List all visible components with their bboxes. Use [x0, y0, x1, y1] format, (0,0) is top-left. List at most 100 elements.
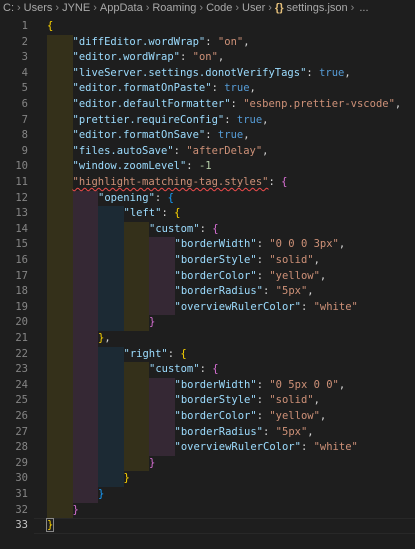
indent-guide-band [123, 362, 149, 472]
breadcrumb-file[interactable]: settings.json [287, 2, 348, 14]
breadcrumb-drive[interactable]: C: [3, 2, 14, 14]
code-line[interactable]: } [73, 503, 79, 519]
code-token: "overviewRulerColor" [174, 300, 301, 313]
code-token: -1 [198, 160, 212, 173]
code-token: { [281, 176, 288, 188]
code-line[interactable]: }, [98, 331, 111, 347]
code-token: : [179, 51, 193, 64]
line-number: 17 [15, 269, 28, 282]
code-line[interactable]: "borderRadius": "5px", [175, 284, 314, 300]
code-token: "editor.formatOnPaste" [72, 82, 212, 95]
code-line[interactable]: "borderStyle": "solid", [175, 253, 320, 269]
code-token: , [243, 129, 250, 142]
chevron-right-icon: › [145, 2, 150, 14]
breadcrumb-item[interactable]: JYNE [62, 2, 90, 14]
code-token: "window.zoomLevel" [72, 160, 187, 173]
code-line[interactable]: "window.zoomLevel": -1 [73, 159, 212, 175]
breadcrumb-item[interactable]: AppData [100, 2, 143, 14]
code-line[interactable]: "editor.formatOnSave": true, [73, 128, 250, 144]
line-number: 30 [15, 472, 28, 485]
code-token: "opening" [98, 191, 155, 204]
code-line[interactable]: "right": { [124, 347, 187, 363]
code-token: "solid" [269, 394, 314, 407]
code-token: , [104, 332, 111, 344]
code-line[interactable]: "diffEditor.wordWrap": "on", [73, 35, 250, 51]
code-line[interactable]: "borderRadius": "5px", [175, 425, 314, 441]
code-token: "custom" [149, 363, 200, 376]
code-line[interactable]: "custom": { [149, 222, 219, 238]
code-token: , [307, 425, 314, 438]
code-line[interactable]: } [45, 518, 55, 534]
breadcrumb-item[interactable]: Users [24, 2, 53, 14]
code-token: , [319, 410, 327, 422]
code-editor[interactable]: 1 2 3 4 5 6 7 8 9 10 11 12 13 14 15 16 17 18 19 20 21 22 23 24 2… [0, 16, 415, 549]
chevron-right-icon: › [55, 2, 60, 14]
code-line[interactable]: "editor.wordWrap": "on", [73, 50, 225, 66]
code-line[interactable]: } [149, 315, 155, 331]
breadcrumb-item[interactable]: User [242, 2, 265, 14]
line-number-gutter: 1 2 3 4 5 6 7 8 9 10 11 12 13 14 15 16 17 18 19 20 21 22 23 24 2… [0, 16, 34, 549]
line-number: 28 [15, 441, 28, 454]
code-token: true [224, 82, 250, 95]
line-number: 8 [21, 129, 28, 142]
code-line[interactable]: "left": { [124, 206, 181, 222]
code-token: : [186, 160, 199, 173]
code-line[interactable]: { [47, 19, 53, 35]
code-line[interactable]: } [149, 456, 155, 472]
code-token: { [212, 222, 219, 235]
code-line[interactable]: "overviewRulerColor": "white" [175, 440, 358, 456]
code-line[interactable]: "files.autoSave": "afterDelay", [73, 144, 269, 160]
code-line[interactable]: } [124, 471, 130, 487]
code-token: "files.autoSave" [72, 144, 174, 157]
code-token: : [205, 129, 218, 142]
code-token: "borderStyle" [174, 394, 257, 407]
code-line[interactable]: "borderStyle": "solid", [175, 393, 320, 409]
code-token: "white" [313, 441, 358, 454]
code-line[interactable]: "prettier.requireConfig": true, [73, 113, 269, 129]
breadcrumb-ellipsis[interactable]: ... [357, 2, 368, 14]
line-number: 24 [15, 378, 28, 391]
breadcrumb-item[interactable]: Roaming [152, 2, 196, 14]
code-token: "editor.defaultFormatter" [72, 98, 231, 110]
line-number: 22 [15, 347, 28, 360]
code-token: "solid" [269, 254, 314, 266]
code-token: : [224, 113, 237, 126]
code-line[interactable]: "custom": { [149, 362, 219, 378]
line-number: 29 [15, 456, 28, 469]
code-line[interactable]: "editor.defaultFormatter": "esbenp.prett… [73, 97, 402, 113]
code-token: { [212, 363, 219, 376]
code-line[interactable]: "borderWidth": "0 5px 0 0", [175, 378, 346, 394]
code-line[interactable]: "borderColor": "yellow", [175, 409, 327, 425]
code-line[interactable]: "editor.formatOnPaste": true, [73, 81, 256, 97]
line-number: 31 [15, 488, 28, 500]
line-number: 10 [15, 160, 28, 173]
code-line[interactable]: } [98, 487, 104, 503]
code-line[interactable]: "highlight-matching-tag.styles": { [73, 175, 288, 191]
line-number: 3 [21, 51, 28, 64]
code-token: , [217, 51, 225, 64]
code-line[interactable]: "overviewRulerColor": "white" [175, 300, 358, 316]
line-number: 12 [15, 191, 28, 204]
indent-guide-band [47, 34, 73, 519]
breadcrumb-item[interactable]: Code [206, 2, 232, 14]
code-token: , [313, 394, 320, 407]
code-token: } [149, 316, 156, 329]
code-token: "diffEditor.wordWrap" [72, 35, 206, 48]
code-line[interactable]: "opening": { [98, 191, 174, 207]
json-file-icon: {} [274, 2, 284, 14]
chevron-right-icon: › [235, 2, 240, 14]
code-line[interactable]: "borderWidth": "0 0 0 3px", [175, 237, 346, 253]
code-line[interactable]: "borderColor": "yellow", [175, 269, 327, 285]
code-token: , [313, 254, 320, 266]
current-line-highlight [34, 518, 415, 534]
code-token: "esbenp.prettier-vscode" [243, 98, 395, 110]
code-token: "5px" [275, 425, 308, 438]
code-token: , [243, 35, 250, 48]
code-token: , [319, 269, 327, 282]
code-token: : [161, 207, 175, 220]
line-number: 26 [15, 410, 28, 422]
line-number: 16 [15, 254, 28, 266]
code-token: "on" [217, 35, 244, 48]
line-number: 33 [15, 519, 28, 532]
code-line[interactable]: "liveServer.settings.donotVerifyTags": t… [73, 66, 351, 82]
